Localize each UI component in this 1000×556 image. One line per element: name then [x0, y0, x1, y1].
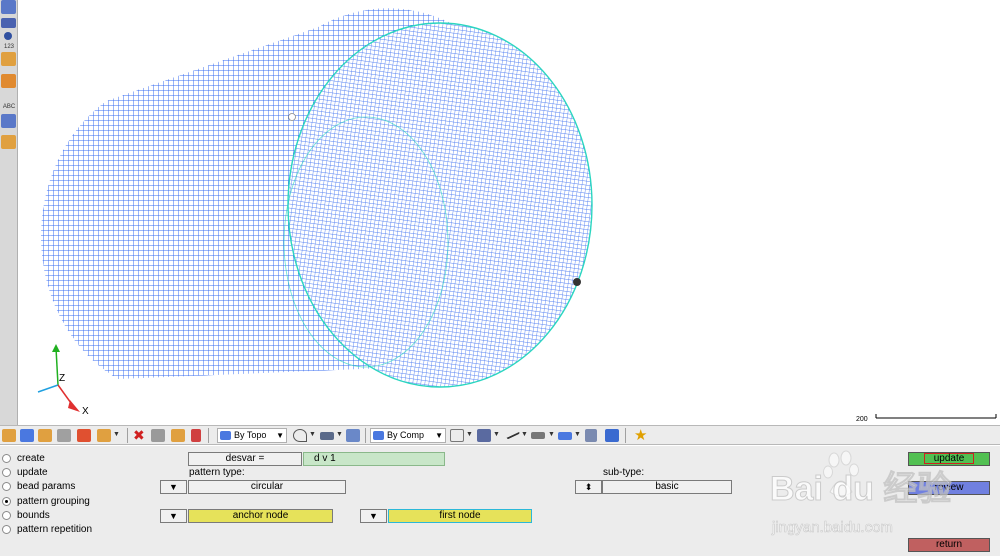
organize-icon[interactable] [97, 429, 111, 442]
subtype-toggle[interactable]: ⬍ [575, 480, 602, 494]
monitor-icon[interactable] [605, 429, 619, 442]
radio-button[interactable] [2, 511, 11, 520]
radio-button-selected[interactable] [2, 497, 11, 506]
chevron-down-icon: ▼ [276, 431, 284, 440]
radio-button[interactable] [2, 468, 11, 477]
toolbar-separator [625, 428, 626, 443]
main-toolbar: ▼ ✖ By Topo ▼ ▼ ▼ By Comp ▼ ▼ ▼ ▼ ▼ ▼ ★ [0, 425, 1000, 445]
rotate-icon[interactable] [1, 18, 16, 28]
subtype-button[interactable]: basic [602, 480, 732, 494]
radio-label: pattern repetition [17, 524, 93, 535]
labels-icon[interactable] [1, 74, 16, 88]
toolbar-separator [365, 428, 366, 443]
line-icon[interactable] [503, 426, 521, 440]
cylinder-mesh: Z X 200 [37, 8, 997, 423]
desvar-field[interactable]: d v 1 [303, 452, 445, 466]
node-icon[interactable] [4, 32, 12, 40]
solid-icon[interactable] [346, 429, 360, 442]
by-topo-select[interactable]: By Topo ▼ [217, 428, 287, 443]
first-node-marker[interactable] [573, 278, 581, 286]
line-dropdown-icon[interactable]: ▼ [521, 431, 528, 438]
subtype-label: sub-type: [603, 467, 645, 478]
plane-dropdown-icon[interactable]: ▼ [548, 431, 555, 438]
scale-label: 200 [856, 416, 868, 423]
desvar-button[interactable]: desvar = [188, 452, 302, 466]
mask-elements-icon[interactable] [151, 429, 165, 442]
anchor-node-marker[interactable] [288, 113, 296, 121]
pattern-type-label: pattern type: [189, 467, 245, 478]
chevron-down-icon: ▼ [435, 431, 443, 440]
surface-icon[interactable] [320, 432, 334, 440]
return-button[interactable]: return [908, 538, 990, 552]
numbering-label: 123 [3, 44, 14, 50]
topo-icon [220, 431, 231, 440]
mask-icon[interactable] [1, 114, 16, 128]
unmask-icon[interactable] [171, 429, 185, 442]
pattern-type-toggle[interactable]: ▼ [160, 480, 187, 494]
organize-dropdown-icon[interactable]: ▼ [113, 431, 120, 438]
curve-dropdown-icon[interactable]: ▼ [309, 431, 316, 438]
radio-update[interactable]: update [2, 466, 48, 479]
toolbar-separator [127, 428, 128, 443]
x-axis-label: X [82, 406, 89, 417]
scale-bar: 200 [856, 414, 997, 423]
by-comp-select[interactable]: By Comp ▼ [370, 428, 446, 443]
review-button[interactable]: review [908, 481, 990, 495]
shaded-dropdown-icon[interactable]: ▼ [493, 431, 500, 438]
plane-view-icon[interactable] [531, 432, 545, 439]
radio-label: update [17, 467, 48, 478]
surface-dropdown-icon[interactable]: ▼ [336, 431, 343, 438]
radio-button[interactable] [2, 454, 11, 463]
shaded-elements-icon[interactable] [477, 429, 491, 442]
elements-icon[interactable] [585, 429, 597, 442]
anchor-node-button[interactable]: anchor node [188, 509, 333, 523]
model-browser-icon[interactable] [20, 429, 34, 442]
hypermesh-window: 123 ABC Z X 200 ▼ ✖ By Topo ▼ ▼ ▼ By Com… [0, 0, 1000, 556]
left-vertical-toolbar: 123 ABC [0, 0, 18, 425]
text-label: ABC [2, 104, 16, 110]
radio-pattern-grouping[interactable]: pattern grouping [2, 495, 90, 508]
star-icon[interactable]: ★ [634, 428, 648, 443]
comp-icon [373, 431, 384, 440]
layer-icon[interactable] [558, 432, 572, 440]
first-node-button[interactable]: first node [388, 509, 532, 523]
shaded-icon[interactable] [1, 52, 16, 66]
components-icon[interactable] [2, 429, 16, 442]
view-icon[interactable] [1, 0, 16, 14]
axis-triad: Z X [37, 344, 89, 417]
plane-icon[interactable] [1, 135, 16, 149]
radio-label: create [17, 453, 45, 464]
radio-bead-params[interactable]: bead params [2, 480, 75, 493]
z-axis-label: Z [59, 373, 65, 384]
delete-icon[interactable]: ✖ [133, 428, 147, 442]
wireframe-dropdown-icon[interactable]: ▼ [466, 431, 473, 438]
find-icon[interactable] [191, 429, 201, 442]
pattern-type-button[interactable]: circular [188, 480, 346, 494]
by-topo-label: By Topo [234, 430, 267, 440]
wireframe-icon[interactable] [450, 429, 464, 442]
radio-pattern-repetition[interactable]: pattern repetition [2, 523, 92, 536]
anchor-node-toggle[interactable]: ▼ [160, 509, 187, 523]
graphics-viewport[interactable]: Z X 200 [18, 0, 1000, 425]
layer-dropdown-icon[interactable]: ▼ [574, 431, 581, 438]
first-node-toggle[interactable]: ▼ [360, 509, 387, 523]
import-icon[interactable] [57, 429, 71, 442]
radio-label: bead params [17, 481, 76, 492]
by-comp-label: By Comp [387, 430, 425, 440]
radio-label: pattern grouping [17, 496, 90, 507]
radio-button[interactable] [2, 482, 11, 491]
radio-create[interactable]: create [2, 452, 45, 465]
radio-label: bounds [17, 510, 50, 521]
curve-icon[interactable] [293, 429, 307, 442]
bead-pattern-panel: create update bead params pattern groupi… [0, 446, 1000, 556]
update-label: update [923, 453, 975, 464]
radio-bounds[interactable]: bounds [2, 509, 50, 522]
export-icon[interactable] [77, 429, 91, 442]
radio-button[interactable] [2, 525, 11, 534]
entity-icon[interactable] [38, 429, 52, 442]
update-button[interactable]: update [908, 452, 990, 466]
toolbar-separator [208, 428, 209, 443]
